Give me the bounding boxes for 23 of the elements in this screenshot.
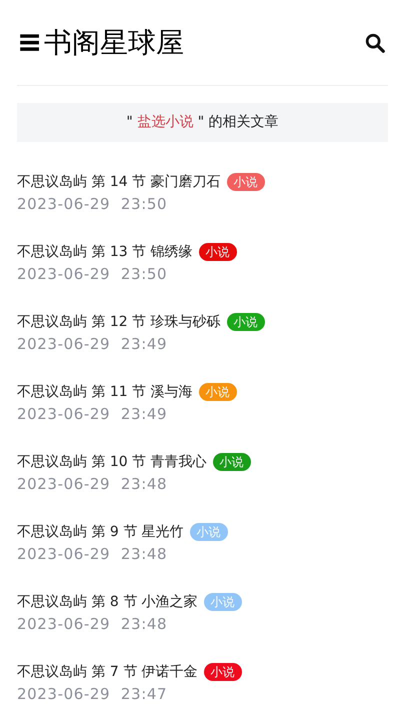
search-result-heading: " 盐选小说 " 的相关文章: [126, 113, 279, 132]
article-title[interactable]: 不思议岛屿 第 13 节 锦绣缘: [17, 242, 193, 262]
article-title[interactable]: 不思议岛屿 第 8 节 小渔之家: [17, 592, 198, 612]
article-date: 2023-06-29 23:49: [17, 334, 168, 354]
article-title[interactable]: 不思议岛屿 第 9 节 星光竹: [17, 522, 184, 542]
article-title[interactable]: 不思议岛屿 第 12 节 珍珠与砂砾: [17, 312, 221, 332]
article-title[interactable]: 不思议岛屿 第 7 节 伊诺千金: [17, 662, 198, 682]
article-title[interactable]: 不思议岛屿 第 11 节 溪与海: [17, 382, 193, 402]
category-tag[interactable]: 小说: [212, 453, 251, 471]
article-date: 2023-06-29 23:47: [17, 684, 168, 704]
article-date: 2023-06-29 23:50: [17, 194, 168, 214]
article-date: 2023-06-29 23:48: [17, 544, 168, 564]
menu-icon[interactable]: ≡: [17, 28, 42, 58]
article-date: 2023-06-29 23:48: [17, 474, 168, 494]
category-tag[interactable]: 小说: [204, 663, 242, 681]
article-title[interactable]: 不思议岛屿 第 14 节 豪门磨刀石: [17, 172, 221, 192]
article-date: 2023-06-29 23:49: [17, 404, 168, 424]
site-title: 书阁星球屋: [44, 28, 184, 56]
search-icon[interactable]: [364, 32, 386, 54]
article-date: 2023-06-29 23:50: [17, 264, 168, 284]
category-tag[interactable]: 小说: [198, 243, 237, 261]
article-date: 2023-06-29 23:48: [17, 614, 168, 634]
article-title[interactable]: 不思议岛屿 第 10 节 青青我心: [17, 452, 207, 472]
